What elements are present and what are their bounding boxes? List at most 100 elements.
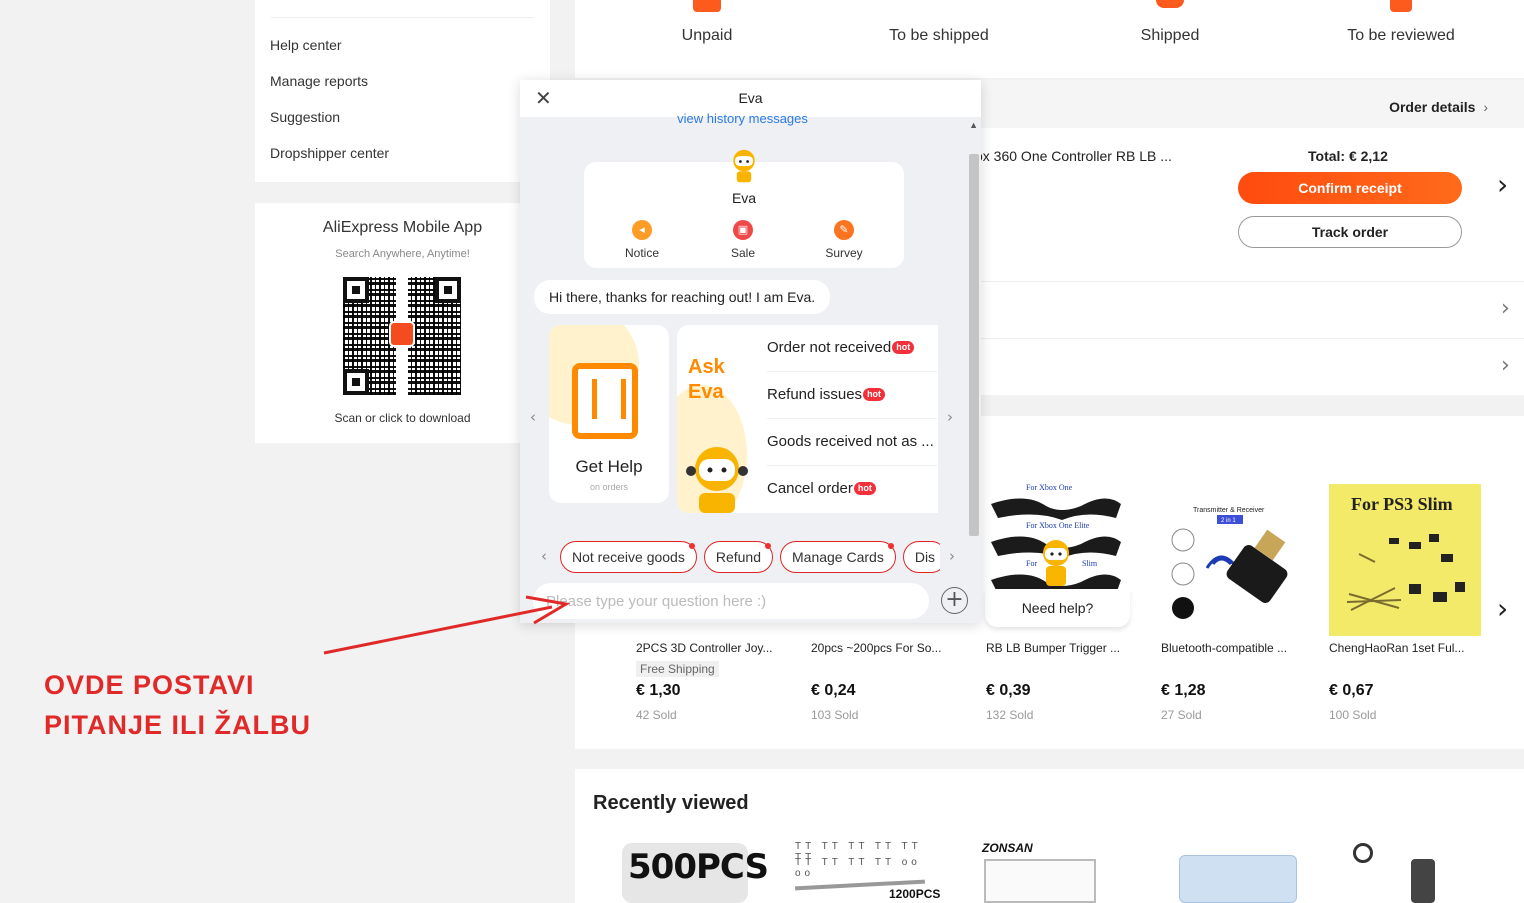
chip-dispute[interactable]: Dis bbox=[902, 541, 940, 573]
chevron-left-icon[interactable]: ‹ bbox=[530, 408, 536, 426]
eva-robot-icon bbox=[686, 447, 748, 513]
sale-button[interactable]: ▣ Sale bbox=[713, 220, 773, 260]
mobile-app-card: AliExpress Mobile App Search Anywhere, A… bbox=[255, 203, 550, 443]
confirm-receipt-button[interactable]: Confirm receipt bbox=[1238, 172, 1462, 204]
product-image: For PS3 Slim bbox=[1329, 484, 1481, 636]
aliexpress-logo bbox=[389, 321, 415, 347]
product-image-label: For Xbox One Elite bbox=[1026, 521, 1090, 530]
get-help-card[interactable]: Get Help on orders bbox=[549, 325, 669, 503]
qr-finder-tr bbox=[435, 277, 461, 303]
carousel-next-icon[interactable]: › bbox=[1497, 592, 1508, 625]
view-history-link[interactable]: view history messages bbox=[520, 111, 965, 126]
chat-input[interactable] bbox=[533, 583, 929, 619]
chips-next-icon[interactable]: › bbox=[949, 547, 955, 565]
hot-badge: hot bbox=[863, 388, 886, 401]
product-image-label: 2 in 1 bbox=[1221, 518, 1236, 524]
eva-greeting-bubble: Hi there, thanks for reaching out! I am … bbox=[534, 280, 831, 314]
ask-item-goods-not-as-described[interactable]: Goods received not as ... bbox=[767, 419, 937, 466]
need-help-button[interactable]: Need help? bbox=[985, 589, 1130, 627]
chip-not-receive-goods[interactable]: Not receive goods bbox=[560, 541, 697, 573]
notice-label: Notice bbox=[624, 246, 659, 260]
chips-prev-icon[interactable]: ‹ bbox=[541, 547, 547, 565]
product-sold: 132 Sold bbox=[986, 708, 1034, 722]
product-name: 20pcs ~200pcs For So... bbox=[811, 641, 942, 655]
chevron-right-icon: › bbox=[1483, 99, 1488, 115]
recent-thumb[interactable] bbox=[1145, 839, 1297, 903]
tab-to-be-shipped-label: To be shipped bbox=[889, 27, 989, 44]
chip-manage-cards[interactable]: Manage Cards bbox=[780, 541, 896, 573]
ask-item-refund-issues[interactable]: Refund issues hot bbox=[767, 372, 937, 419]
recent-thumb[interactable]: 500PCS bbox=[620, 839, 769, 903]
notice-button[interactable]: ◂ Notice bbox=[612, 220, 672, 260]
plus-icon[interactable]: + bbox=[941, 587, 968, 614]
tag-icon: ▣ bbox=[733, 220, 753, 240]
to-be-reviewed-icon bbox=[1390, 0, 1412, 12]
chevron-right-icon[interactable]: › bbox=[1501, 296, 1510, 321]
recent-thumb[interactable] bbox=[1335, 839, 1465, 903]
product-image-label: For PS3 Slim bbox=[1351, 494, 1453, 514]
recent-thumb[interactable]: TT TT TT TT TT TT TT TT TT TT oo oo 1200… bbox=[794, 839, 940, 903]
product-image-label: Transmitter & Receiver bbox=[1193, 507, 1265, 514]
row-divider bbox=[980, 338, 1524, 339]
ask-item-label: Order not received bbox=[767, 339, 892, 356]
product-name: Bluetooth-compatible ... bbox=[1161, 641, 1288, 655]
eva-name: Eva bbox=[731, 190, 757, 206]
row-divider bbox=[980, 281, 1524, 282]
scroll-up-icon[interactable]: ▲ bbox=[969, 120, 978, 130]
survey-button[interactable]: ✎ Survey bbox=[814, 220, 874, 260]
recently-viewed: Recently viewed 500PCS TT TT TT TT TT TT… bbox=[575, 769, 1524, 903]
tab-unpaid[interactable]: Unpaid bbox=[627, 0, 787, 45]
megaphone-icon: ◂ bbox=[632, 220, 652, 240]
recent-thumb-label: 1200PCS bbox=[889, 887, 941, 901]
recent-thumb[interactable]: ZONSAN bbox=[970, 839, 1100, 903]
qr-code[interactable] bbox=[343, 277, 461, 395]
menu-item-help-center[interactable]: Help center bbox=[270, 37, 342, 53]
ask-item-cancel-order[interactable]: Cancel order hot bbox=[767, 466, 937, 513]
ask-item-order-not-received[interactable]: Order not received hot bbox=[767, 325, 937, 372]
chat-scrollbar[interactable] bbox=[969, 154, 979, 536]
product-name: 2PCS 3D Controller Joy... bbox=[636, 641, 773, 655]
tab-to-be-reviewed[interactable]: To be reviewed bbox=[1321, 0, 1481, 45]
chip-label: Refund bbox=[715, 549, 761, 565]
menu-item-manage-reports[interactable]: Manage reports bbox=[270, 73, 368, 89]
chevron-right-icon[interactable]: › bbox=[1497, 168, 1508, 201]
chip-label: Dis bbox=[914, 549, 936, 565]
recently-viewed-title: Recently viewed bbox=[593, 792, 749, 814]
ask-eva-title-line1: Ask bbox=[688, 356, 725, 378]
order-status-bar: Unpaid To be shipped Shipped To be revie… bbox=[575, 0, 1524, 78]
shipped-icon bbox=[1156, 0, 1184, 8]
tab-shipped-label: Shipped bbox=[1140, 27, 1200, 44]
survey-icon: ✎ bbox=[834, 220, 854, 240]
app-card-footer[interactable]: Scan or click to download bbox=[255, 411, 550, 425]
track-order-button[interactable]: Track order bbox=[1238, 216, 1462, 248]
product-sold: 42 Sold bbox=[636, 708, 677, 722]
product-card[interactable]: For PS3 Slim ChengHaoRan 1set Ful... € 0… bbox=[1329, 484, 1481, 722]
quick-reply-chips: Not receive goods Refund Manage Cards Dis bbox=[560, 541, 940, 573]
product-card[interactable]: Transmitter & Receiver 2 in 1 Bluetooth-… bbox=[1161, 484, 1313, 722]
menu-divider bbox=[271, 17, 534, 18]
product-name: RB LB Bumper Trigger ... bbox=[986, 641, 1121, 655]
menu-item-dropshipper-center[interactable]: Dropshipper center bbox=[270, 145, 389, 161]
annotation-text: OVDE POSTAVI PITANJE ILI ŽALBU bbox=[44, 665, 311, 745]
eva-avatar bbox=[733, 149, 755, 183]
menu-item-suggestion[interactable]: Suggestion bbox=[270, 109, 340, 125]
chevron-right-icon[interactable]: › bbox=[1501, 353, 1510, 378]
product-price: € 0,39 bbox=[986, 682, 1031, 699]
chip-refund[interactable]: Refund bbox=[703, 541, 773, 573]
app-card-subtitle: Search Anywhere, Anytime! bbox=[335, 248, 470, 260]
tab-unpaid-label: Unpaid bbox=[681, 27, 733, 44]
tab-to-be-reviewed-label: To be reviewed bbox=[1347, 27, 1455, 44]
sidebar-menu: Help center Manage reports Suggestion Dr… bbox=[255, 0, 550, 182]
product-price: € 0,24 bbox=[811, 682, 856, 699]
chevron-right-icon[interactable]: › bbox=[947, 408, 953, 426]
order-details-label: Order details bbox=[1389, 99, 1476, 115]
order-details-link[interactable]: Order details › bbox=[1389, 99, 1488, 115]
tab-shipped[interactable]: Shipped bbox=[1090, 0, 1250, 45]
tab-to-be-shipped[interactable]: To be shipped bbox=[859, 0, 1019, 45]
product-image-label: Slim bbox=[1082, 559, 1098, 568]
app-card-title: AliExpress Mobile App bbox=[322, 219, 483, 236]
product-image: Transmitter & Receiver 2 in 1 bbox=[1161, 484, 1313, 636]
chip-label: Manage Cards bbox=[792, 549, 884, 565]
product-name: ChengHaoRan 1set Ful... bbox=[1329, 641, 1465, 655]
order-product-title[interactable]: ox 360 One Controller RB LB ... bbox=[975, 148, 1172, 164]
